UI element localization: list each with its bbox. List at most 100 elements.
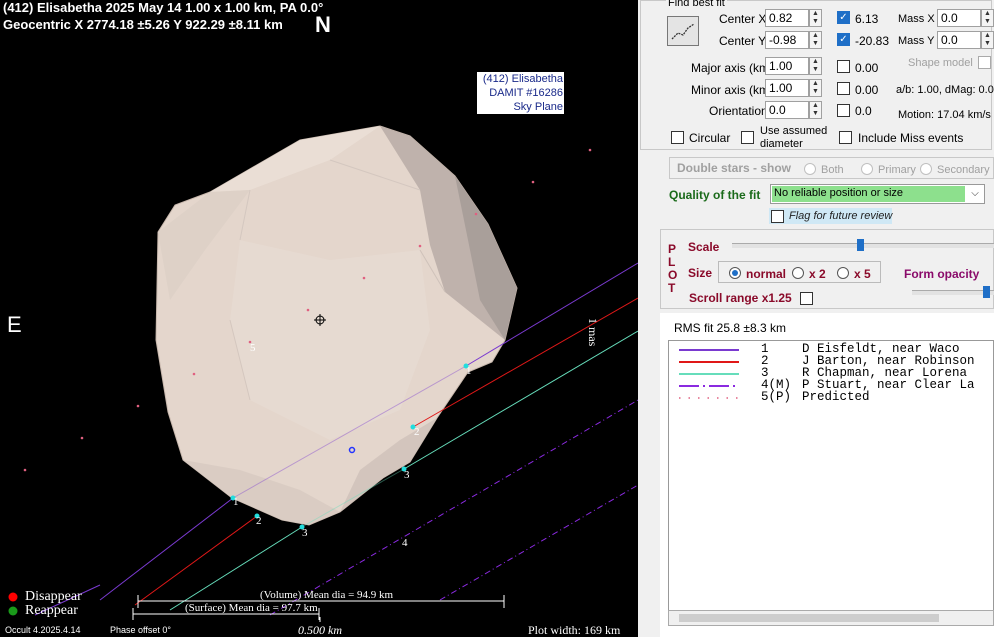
orientation-result: 0.0 (855, 104, 872, 118)
size-normal-label: normal (746, 267, 787, 281)
chord-label-2-left: 2 (256, 515, 262, 527)
assumed-diameter-checkbox[interactable] (741, 131, 754, 144)
chord-1-missed-left (99, 497, 234, 601)
major-axis-input[interactable]: 1.00 (765, 57, 809, 75)
scroll-range-checkbox[interactable] (800, 292, 813, 305)
scale-slider-thumb[interactable] (857, 239, 864, 251)
assumed-diameter-label-2: diameter (760, 138, 803, 150)
center-x-result: 6.13 (855, 12, 879, 26)
damit-id: DAMIT #16286 (489, 87, 563, 99)
quality-value: No reliable position or size (772, 186, 965, 202)
center-y-label: Center Y (719, 34, 767, 48)
observer-name: Predicted (802, 390, 870, 404)
center-y-spinner[interactable]: ▲ ▼ (809, 31, 822, 49)
both-radio[interactable] (804, 163, 816, 175)
mass-x-spinner[interactable]: ▲ ▼ (981, 9, 994, 27)
secondary-radio[interactable] (920, 163, 932, 175)
opacity-slider-track[interactable] (912, 290, 994, 295)
mass-y-spinner[interactable]: ▲ ▼ (981, 31, 994, 49)
orientation-spinner[interactable]: ▲ ▼ (809, 101, 822, 119)
secondary-label: Secondary (937, 164, 990, 176)
include-miss-checkbox[interactable] (839, 131, 852, 144)
observer-line-swatch (679, 397, 739, 399)
chord-4-line-alt (439, 484, 638, 601)
mass-y-label: Mass Y (898, 35, 935, 47)
line-fit-icon[interactable] (667, 16, 699, 46)
minor-axis-checkbox[interactable] (837, 82, 850, 95)
chord-2-line-left (134, 515, 258, 606)
observer-row[interactable]: 5(P) Predicted (669, 390, 994, 404)
mass-x-input[interactable]: 0.0 (937, 9, 981, 27)
double-stars-label: Double stars - show (677, 161, 792, 175)
scale-label: Scale (688, 240, 720, 254)
scroll-range-label: Scroll range x1.25 (689, 291, 792, 305)
orientation-label: Orientation (709, 104, 768, 118)
mass-y-input[interactable]: 0.0 (937, 31, 981, 49)
orientation-checkbox[interactable] (837, 104, 850, 117)
observer-line-swatch (679, 361, 739, 363)
observer-line-swatch (679, 349, 739, 351)
size-label: Size (688, 266, 713, 280)
major-axis-label: Major axis (km) (691, 61, 774, 75)
mas-scale-label: 1 mas (586, 318, 600, 347)
reappear-dot-icon (8, 606, 18, 616)
observer-list[interactable]: 1D Eisfeldt, near Waco 2 J Barton, near Ro… (668, 340, 994, 626)
chord-label-1-left: 1 (233, 496, 239, 508)
include-miss-label: Include Miss events (858, 131, 964, 145)
fit-controls-panel: Find best fit Center X 0.82 ▲ ▼ ✓ 6.13 Ma… (638, 0, 994, 637)
size-x5-label: x 5 (854, 267, 871, 281)
chevron-down-icon[interactable]: ⌵ (967, 186, 983, 202)
quality-label: Quality of the fit (669, 188, 761, 202)
orientation-input[interactable]: 0.0 (765, 101, 809, 119)
surface-diameter-label: (Surface) Mean dia = 97.7 km (185, 602, 318, 614)
plot-width-label: Plot width: 169 km (528, 623, 621, 637)
ab-dmag-text: a/b: 1.00, dMag: 0.0 (896, 84, 994, 96)
assumed-diameter-label-1: Use assumed (760, 125, 828, 137)
observer-list-scrollbar[interactable] (668, 610, 994, 626)
major-axis-result: 0.00 (855, 61, 879, 75)
object-name: (412) Elisabetha (482, 73, 563, 85)
shape-model-checkbox[interactable] (978, 56, 991, 69)
center-y-checkbox[interactable]: ✓ (837, 33, 850, 46)
primary-radio[interactable] (861, 163, 873, 175)
flag-checkbox[interactable] (771, 210, 784, 223)
major-axis-checkbox[interactable] (837, 60, 850, 73)
occultation-plot[interactable]: (412) Elisabetha 2025 May 14 1.00 x 1.00… (0, 0, 638, 637)
observer-number: 5(P) (761, 390, 792, 404)
center-x-checkbox[interactable]: ✓ (837, 11, 850, 24)
size-normal-radio[interactable] (729, 267, 741, 279)
chord-label-1: 1 (466, 365, 472, 377)
scale-bar-label: 0.500 km (298, 623, 342, 637)
center-x-spinner[interactable]: ▲ ▼ (809, 9, 822, 27)
north-label: N (315, 12, 331, 37)
major-axis-spinner[interactable]: ▲ ▼ (809, 57, 822, 75)
minor-axis-spinner[interactable]: ▲ ▼ (809, 79, 822, 97)
rms-fit-text: RMS fit 25.8 ±8.3 km (674, 321, 786, 335)
minor-axis-result: 0.00 (855, 83, 879, 97)
motion-text: Motion: 17.04 km/s (898, 109, 991, 121)
scrollbar-thumb[interactable] (679, 614, 939, 622)
legend-reappear-label: Reappear (25, 603, 78, 618)
form-opacity-label: Form opacity (904, 267, 980, 281)
size-x2-radio[interactable] (792, 267, 804, 279)
center-y-input[interactable]: -0.98 (765, 31, 809, 49)
plot-vertical-label: PLOT (668, 242, 678, 295)
east-label: E (7, 312, 22, 337)
plane-label: Sky Plane (513, 101, 563, 113)
shape-model-label: Shape model (908, 57, 973, 69)
minor-axis-label: Minor axis (km) (691, 83, 774, 97)
primary-label: Primary (878, 164, 916, 176)
minor-axis-input[interactable]: 1.00 (765, 79, 809, 97)
chord-label-5: 5 (250, 342, 256, 354)
opacity-slider-thumb[interactable] (983, 286, 990, 298)
chord-label-2: 2 (414, 426, 420, 438)
size-x5-radio[interactable] (837, 267, 849, 279)
quality-dropdown[interactable]: No reliable position or size ⌵ (770, 184, 985, 204)
circular-checkbox[interactable] (671, 131, 684, 144)
chord-label-3: 3 (404, 469, 410, 481)
observer-line-swatch (679, 385, 739, 387)
chord-label-4: 4 (402, 537, 408, 549)
chord-label-3-left: 3 (302, 527, 308, 539)
center-x-label: Center X (719, 12, 767, 26)
center-x-input[interactable]: 0.82 (765, 9, 809, 27)
